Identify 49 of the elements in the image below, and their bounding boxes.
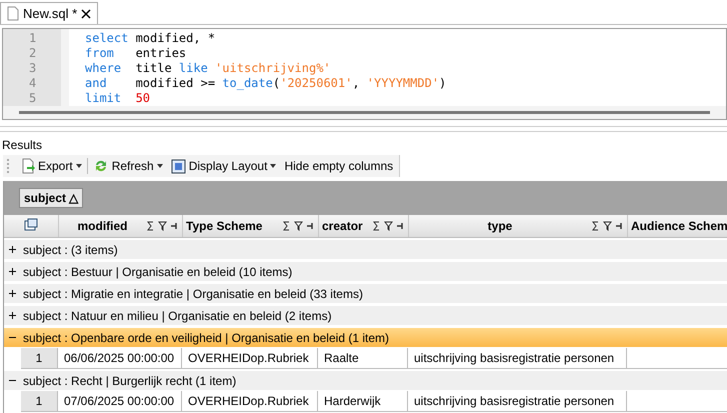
pin-icon [307,221,315,231]
group-row[interactable]: subject : Bestuur | Organisatie en beleid (10 items) [4,262,727,282]
column-header[interactable]: creator [319,215,409,237]
group-row[interactable]: subject : Natuur en milieu | Organisatie en beleid (2 items) [4,306,727,326]
column-header[interactable]: Type Scheme [183,215,319,237]
filter-icon [603,221,612,231]
pin-icon [397,221,405,231]
column-header[interactable]: modified [59,215,183,237]
line-number: 3 [28,61,38,76]
code-line: select modified, * [85,31,216,46]
sum-icon [147,221,154,231]
group-row[interactable]: subject : Recht | Burgerlijk recht (1 item) [4,371,727,391]
code-line: from entries [85,46,186,61]
group-row[interactable]: subject : Migratie en integratie | Organisatie en beleid (33 items) [4,284,727,304]
line-number: 2 [28,46,38,61]
toolbar-button[interactable]: Hide empty columns [281,156,396,176]
line-number: 5 [28,91,38,106]
row-number: 1 [21,348,58,368]
filter-icon [384,221,393,231]
toolbar-button[interactable]: Export [18,156,85,176]
toolbar-button[interactable]: Display Layout [168,156,280,176]
scrollbar-thumb[interactable] [19,111,710,114]
code-line: and modified >= to_date('20250601', 'YYYYMMDD') [85,76,446,91]
toolbar-button[interactable]: Refresh [90,156,166,176]
editor-tab[interactable]: New.sql * [0,2,98,24]
layout-icon [170,158,186,174]
pin-icon [171,221,179,231]
group-row[interactable]: subject : Openbare orde en veiligheid | Organisatie en beleid (1 item) [4,328,727,348]
columns-icon [24,218,38,231]
close-icon [81,8,92,18]
document-arrow-icon [21,158,35,174]
pin-icon [616,221,624,231]
line-number: 1 [28,31,38,46]
results-title: Results [1,137,42,154]
code-editor[interactable]: 1 2 3 4 5 select modified, * from entries where title like 'uitschrijving%' and modified >= to_date('20250601', 'YYYYMMDD') limit 50 [2,28,727,120]
group-row[interactable]: subject : (3 items) [4,240,727,260]
filter-icon [158,221,167,231]
sum-icon [373,221,380,231]
sum-icon [283,221,290,231]
code-line: where title like 'uitschrijving%' [85,61,331,76]
sum-icon [592,221,599,231]
column-header[interactable]: Audience Schem [628,215,727,237]
filter-icon [294,221,303,231]
row-number: 1 [21,391,58,411]
document-icon [7,6,19,21]
column-header[interactable]: type [409,215,628,237]
group-by-chip[interactable]: subject △ [19,188,84,208]
code-line: limit 50 [85,91,150,106]
line-number: 4 [28,76,38,91]
